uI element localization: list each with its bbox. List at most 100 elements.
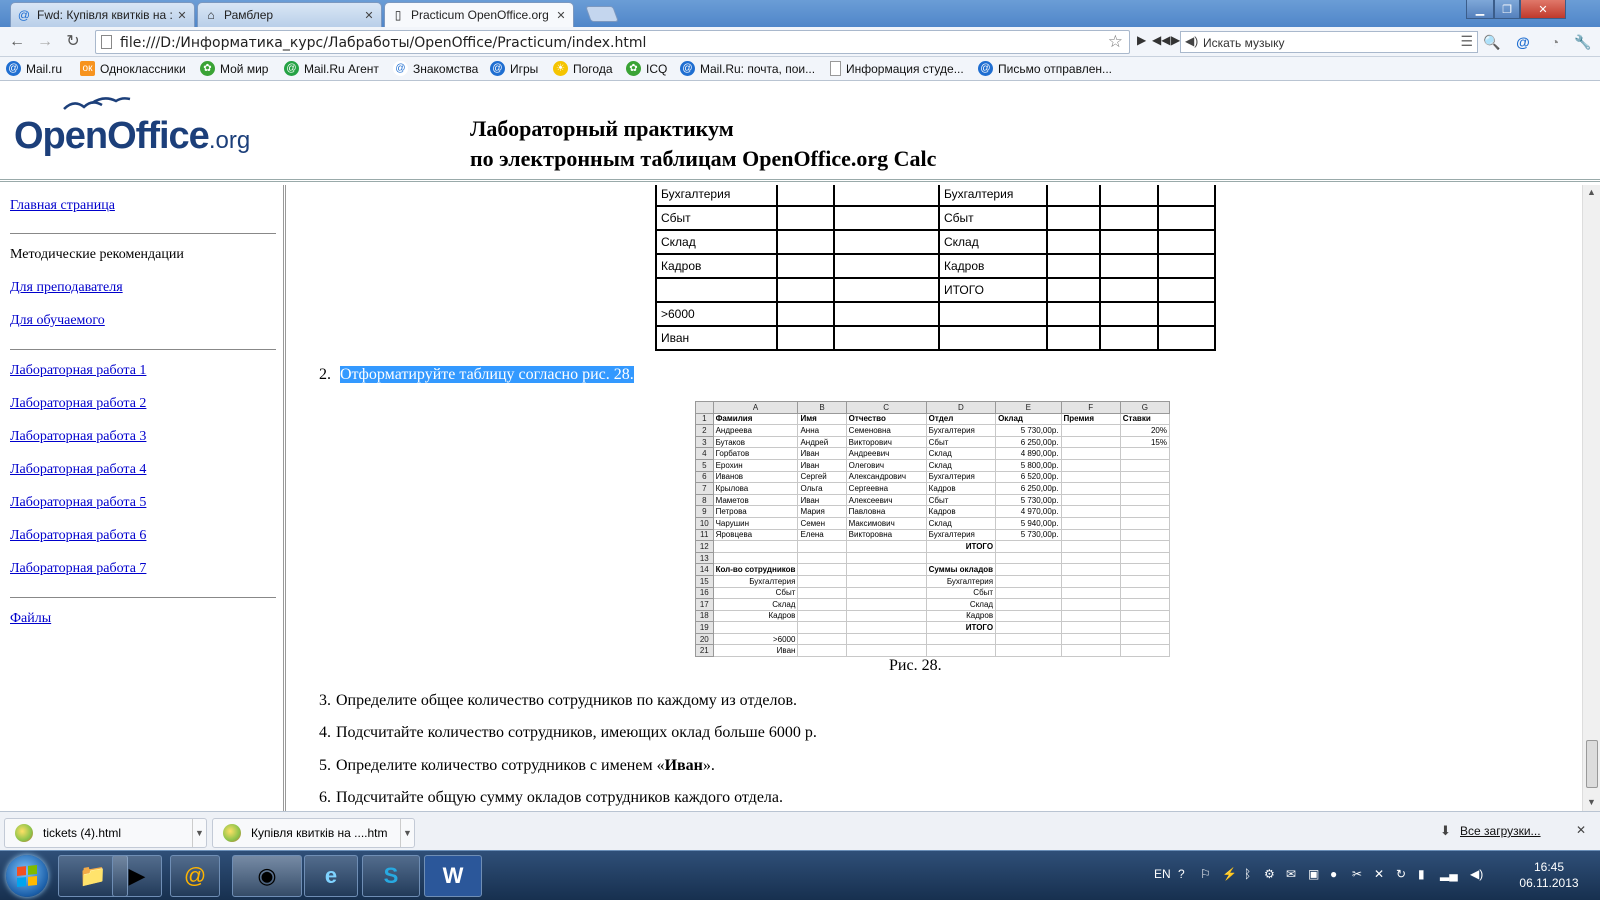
sheet-cell <box>1119 632 1171 646</box>
internet-explorer-icon[interactable]: e <box>304 855 358 897</box>
bookmark-info-student[interactable]: Информация студе... <box>830 61 964 76</box>
mail-ru-agent-icon[interactable]: @ <box>1513 32 1533 52</box>
chrome-icon[interactable]: ◉ <box>232 855 302 897</box>
table-cell <box>1099 325 1159 351</box>
vertical-scrollbar[interactable]: ▲ ▼ <box>1582 185 1600 811</box>
sidebar-link-teacher[interactable]: Для преподавателя <box>10 280 123 296</box>
bookmark-pogoda[interactable]: ☀ Погода <box>553 61 613 76</box>
tray-icon-8[interactable]: ✕ <box>1374 867 1384 881</box>
tab-fwd-mail[interactable]: @ Fwd: Купівля квитків на : ✕ <box>10 2 195 27</box>
help-icon[interactable]: ? <box>1178 867 1185 881</box>
sheet-cell <box>1060 574 1121 588</box>
close-icon[interactable]: ✕ <box>555 9 567 22</box>
bookmark-mailru-pochta[interactable]: @ Mail.Ru: почта, пои... <box>680 61 815 76</box>
sidebar-link-student[interactable]: Для обучаемого <box>10 313 105 329</box>
sheet-cell: Ерохин <box>712 458 799 472</box>
signal-icon[interactable]: ▂▄ <box>1440 867 1458 881</box>
forward-icon[interactable]: → <box>34 32 56 52</box>
tray-icon-9[interactable]: ↻ <box>1396 867 1406 881</box>
download-item-2[interactable]: Купівля квитків на ....htm ▼ <box>212 818 415 848</box>
all-downloads-link[interactable]: Все загрузки... <box>1460 824 1541 838</box>
bookmark-icq[interactable]: ✿ ICQ <box>626 61 667 76</box>
download-item-1[interactable]: tickets (4).html ▼ <box>4 818 207 848</box>
sidebar-link-lab-4[interactable]: Лабораторная работа 4 <box>10 462 146 478</box>
table-cell: Бухгалтерия <box>938 185 1048 207</box>
battery-icon[interactable]: ▮ <box>1418 867 1425 881</box>
star-icon[interactable]: ☆ <box>1108 32 1123 52</box>
mail-agent-icon[interactable]: @ <box>170 855 220 897</box>
scrollbar-thumb[interactable] <box>1586 740 1598 788</box>
minimize-button[interactable]: ▁ <box>1466 0 1494 19</box>
sidebar-link-lab-2[interactable]: Лабораторная работа 2 <box>10 396 146 412</box>
sheet-cell <box>1060 586 1121 600</box>
sidebar-link-lab-1[interactable]: Лабораторная работа 1 <box>10 363 146 379</box>
scroll-up-icon[interactable]: ▲ <box>1587 187 1596 197</box>
tab-practicum[interactable]: ▯ Practicum OpenOffice.org ✕ <box>384 2 574 27</box>
moy-mir-icon: ✿ <box>200 61 215 76</box>
bookmark-mailru-agent[interactable]: @ Mail.Ru Агент <box>284 61 379 76</box>
start-button[interactable] <box>6 855 48 897</box>
language-indicator[interactable]: EN <box>1154 867 1171 881</box>
sidebar-link-files[interactable]: Файлы <box>10 611 51 627</box>
skype-icon[interactable]: S <box>362 855 420 897</box>
clock[interactable]: 16:45 06.11.2013 <box>1514 859 1584 891</box>
close-icon[interactable]: ✕ <box>363 9 375 22</box>
tray-icon-5[interactable]: ▣ <box>1308 867 1319 881</box>
search-icon[interactable]: 🔍 <box>1482 32 1502 52</box>
notification-icon[interactable]: ◔ <box>1545 32 1565 52</box>
bookmark-znakomstva[interactable]: @ Знакомства <box>393 61 478 76</box>
tray-icon-7[interactable]: ✂ <box>1352 867 1362 881</box>
volume-icon[interactable]: ◀) <box>1470 867 1483 881</box>
bookmark-odnoklassniki[interactable]: ок Одноклассники <box>80 61 186 76</box>
sheet-row: 21 Иван <box>695 644 1171 658</box>
sheet-cell <box>797 574 847 588</box>
tray-icon-2[interactable]: ⚡ <box>1222 867 1237 881</box>
chevron-down-icon[interactable]: ▼ <box>400 819 414 847</box>
logo-text: OpenOffice <box>14 115 210 157</box>
wrench-icon[interactable]: 🔧 <box>1573 32 1593 52</box>
scroll-down-icon[interactable]: ▼ <box>1587 797 1596 807</box>
bookmark-mailru[interactable]: @ Mail.ru <box>6 61 62 76</box>
address-bar[interactable]: file:///D:/Информатика_курс/Лабработы/Op… <box>95 30 1130 54</box>
maximize-button[interactable]: ❐ <box>1494 0 1520 19</box>
windows-logo-icon <box>17 864 37 888</box>
bookmark-igry[interactable]: @ Игры <box>490 61 538 76</box>
tray-icon-1[interactable]: ⚐ <box>1200 867 1211 881</box>
sidebar-link-lab-7[interactable]: Лабораторная работа 7 <box>10 561 146 577</box>
tray-icon-3[interactable]: ⚙ <box>1264 867 1275 881</box>
music-search-input[interactable]: ◀) Искать музыку ☰ <box>1180 31 1478 53</box>
sidebar-link-lab-3[interactable]: Лабораторная работа 3 <box>10 429 146 445</box>
sidebar-link-lab-5[interactable]: Лабораторная работа 5 <box>10 495 146 511</box>
new-tab-button[interactable] <box>585 6 619 22</box>
bluetooth-icon[interactable]: ᛒ <box>1244 867 1251 881</box>
url-text[interactable]: file:///D:/Информатика_курс/Лабработы/Op… <box>120 35 646 51</box>
bookmark-moy-mir[interactable]: ✿ Мой мир <box>200 61 268 76</box>
word-icon[interactable]: W <box>424 855 482 897</box>
chevron-down-icon[interactable]: ▼ <box>192 819 206 847</box>
menu-icon[interactable]: ☰ <box>1460 33 1473 50</box>
table-cell <box>1046 185 1101 207</box>
table-row: >6000 <box>655 301 1216 327</box>
divider <box>10 597 276 598</box>
sheet-cell <box>797 540 847 553</box>
sidebar-link-home[interactable]: Главная страница <box>10 198 115 214</box>
tray-icon-4[interactable]: ✉ <box>1286 867 1296 881</box>
back-icon[interactable]: ← <box>6 32 28 52</box>
rewind-icon[interactable]: ◀◀ <box>1152 33 1170 47</box>
close-icon[interactable]: ✕ <box>1576 823 1586 837</box>
at-icon: @ <box>393 61 408 76</box>
tab-rambler[interactable]: ⌂ Рамблер ✕ <box>197 2 382 27</box>
close-icon[interactable]: ✕ <box>176 9 188 22</box>
sidebar-heading-methodics: Методические рекомендации <box>10 247 184 262</box>
tray-icon-6[interactable]: ● <box>1330 867 1337 881</box>
media-player-icon[interactable]: ▶ <box>112 855 162 897</box>
reload-icon[interactable]: ↻ <box>62 32 84 52</box>
sheet-cell: Маметов <box>712 493 799 507</box>
sheet-cell <box>1060 482 1121 495</box>
sidebar-link-lab-6[interactable]: Лабораторная работа 6 <box>10 528 146 544</box>
sheet-cell <box>845 632 927 646</box>
close-window-button[interactable]: ✕ <box>1520 0 1566 19</box>
table-cell <box>776 325 835 351</box>
bookmark-pismo[interactable]: @ Письмо отправлен... <box>978 61 1112 76</box>
play-icon[interactable]: ▶ <box>1137 33 1146 47</box>
